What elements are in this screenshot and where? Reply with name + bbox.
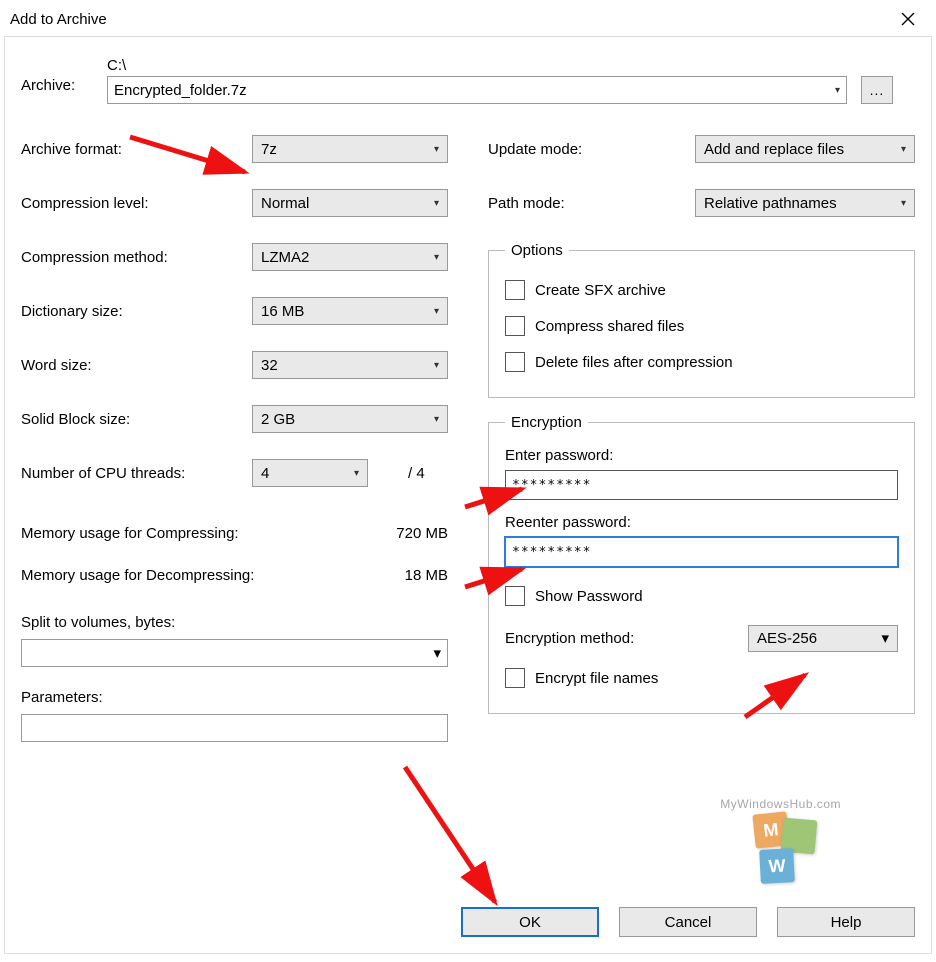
cancel-button[interactable]: Cancel: [619, 907, 757, 937]
format-value: 7z: [261, 141, 277, 158]
password-input[interactable]: *********: [505, 470, 898, 500]
chevron-down-icon: ▾: [881, 629, 889, 647]
window-title: Add to Archive: [10, 11, 107, 28]
solid-value: 2 GB: [261, 411, 295, 428]
archive-label: Archive:: [21, 77, 75, 94]
dict-value: 16 MB: [261, 303, 304, 320]
enc-method-value: AES-256: [757, 630, 817, 647]
pathmode-value: Relative pathnames: [704, 195, 837, 212]
help-button[interactable]: Help: [777, 907, 915, 937]
method-label: Compression method:: [21, 249, 252, 266]
password-label: Enter password:: [505, 447, 898, 464]
shared-checkbox[interactable]: [505, 316, 525, 336]
params-label: Parameters:: [21, 689, 448, 706]
chevron-down-icon: ▾: [354, 468, 359, 479]
mem-decompress-value: 18 MB: [405, 567, 448, 584]
options-legend: Options: [505, 242, 569, 259]
chevron-down-icon: ▾: [835, 85, 840, 96]
level-select[interactable]: Normal ▾: [252, 189, 448, 217]
sfx-label: Create SFX archive: [535, 282, 666, 299]
mem-compress-value: 720 MB: [396, 525, 448, 542]
password2-input[interactable]: *********: [505, 537, 898, 567]
cancel-label: Cancel: [665, 914, 712, 931]
delete-checkbox[interactable]: [505, 352, 525, 372]
solid-select[interactable]: 2 GB ▾: [252, 405, 448, 433]
dict-label: Dictionary size:: [21, 303, 252, 320]
params-input[interactable]: [21, 714, 448, 742]
encrypt-names-label: Encrypt file names: [535, 670, 658, 687]
cpu-label: Number of CPU threads:: [21, 465, 252, 482]
chevron-down-icon: ▾: [434, 252, 439, 263]
watermark: MyWindowsHub.com M W: [720, 797, 841, 883]
cpu-select[interactable]: 4 ▾: [252, 459, 368, 487]
cpu-total: / 4: [408, 465, 425, 482]
encryption-group: Encryption Enter password: ********* Ree…: [488, 414, 915, 714]
sfx-checkbox[interactable]: [505, 280, 525, 300]
password2-value: *********: [512, 545, 591, 560]
chevron-down-icon: ▾: [434, 198, 439, 209]
show-password-checkbox[interactable]: [505, 586, 525, 606]
archive-path: C:\: [107, 57, 915, 74]
show-password-label: Show Password: [535, 588, 643, 605]
encrypt-names-checkbox[interactable]: [505, 668, 525, 688]
password-value: *********: [512, 478, 591, 493]
password2-label: Reenter password:: [505, 514, 898, 531]
level-label: Compression level:: [21, 195, 252, 212]
chevron-down-icon: ▾: [901, 144, 906, 155]
shared-label: Compress shared files: [535, 318, 684, 335]
mem-decompress-label: Memory usage for Decompressing:: [21, 567, 254, 584]
chevron-down-icon: ▾: [434, 414, 439, 425]
archive-name-input[interactable]: Encrypted_folder.7z ▾: [107, 76, 847, 104]
browse-button[interactable]: ...: [861, 76, 893, 104]
watermark-text: MyWindowsHub.com: [720, 797, 841, 811]
method-select[interactable]: LZMA2 ▾: [252, 243, 448, 271]
chevron-down-icon: ▾: [434, 144, 439, 155]
update-value: Add and replace files: [704, 141, 844, 158]
ok-label: OK: [519, 914, 541, 931]
chevron-down-icon: ▾: [434, 360, 439, 371]
word-label: Word size:: [21, 357, 252, 374]
method-value: LZMA2: [261, 249, 309, 266]
solid-label: Solid Block size:: [21, 411, 252, 428]
close-icon: [901, 12, 915, 26]
delete-label: Delete files after compression: [535, 354, 733, 371]
mem-compress-label: Memory usage for Compressing:: [21, 525, 239, 542]
ok-button[interactable]: OK: [461, 907, 599, 937]
watermark-logo-icon: M W: [746, 813, 816, 883]
chevron-down-icon: ▾: [901, 198, 906, 209]
split-input[interactable]: ▾: [21, 639, 448, 667]
annotation-arrow-icon: [385, 757, 525, 917]
update-label: Update mode:: [488, 141, 695, 158]
browse-label: ...: [870, 82, 885, 98]
enc-method-select[interactable]: AES-256 ▾: [748, 625, 898, 652]
enc-method-label: Encryption method:: [505, 630, 634, 647]
chevron-down-icon: ▾: [434, 306, 439, 317]
format-select[interactable]: 7z ▾: [252, 135, 448, 163]
help-label: Help: [831, 914, 862, 931]
archive-name-value: Encrypted_folder.7z: [114, 82, 247, 99]
update-select[interactable]: Add and replace files ▾: [695, 135, 915, 163]
split-label: Split to volumes, bytes:: [21, 614, 448, 631]
level-value: Normal: [261, 195, 309, 212]
format-label: Archive format:: [21, 141, 252, 158]
word-value: 32: [261, 357, 278, 374]
cpu-value: 4: [261, 465, 269, 482]
encryption-legend: Encryption: [505, 414, 588, 431]
close-button[interactable]: [888, 5, 928, 33]
pathmode-label: Path mode:: [488, 195, 695, 212]
dict-select[interactable]: 16 MB ▾: [252, 297, 448, 325]
chevron-down-icon: ▾: [433, 644, 441, 662]
word-select[interactable]: 32 ▾: [252, 351, 448, 379]
pathmode-select[interactable]: Relative pathnames ▾: [695, 189, 915, 217]
options-group: Options Create SFX archive Compress shar…: [488, 242, 915, 398]
